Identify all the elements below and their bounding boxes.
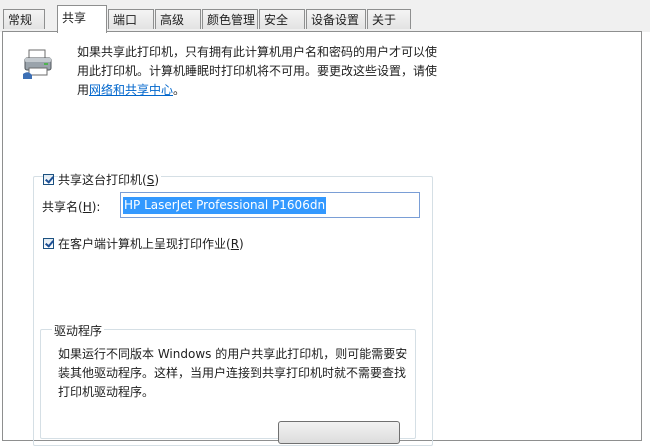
tab-about[interactable]: 关于 (367, 9, 411, 29)
tab-ports[interactable]: 端口 (108, 9, 154, 29)
tab-sharing[interactable]: 共享 (57, 5, 107, 33)
checkmark-icon (45, 238, 54, 248)
share-name-value: HP LaserJet Professional P1606dn (123, 197, 327, 214)
checkmark-icon (45, 174, 54, 184)
drivers-description: 如果运行不同版本 Windows 的用户共享此打印机，则可能需要安装其他驱动程序… (58, 347, 408, 399)
tab-general[interactable]: 常规 (3, 9, 45, 29)
tab-security[interactable]: 安全 (259, 9, 305, 29)
sharing-description: 如果共享此打印机，只有拥有此计算机用户名和密码的用户才可以使用此打印机。计算机睡… (77, 45, 438, 97)
share-printer-checkbox[interactable] (43, 174, 54, 185)
tab-color-management[interactable]: 颜色管理 (202, 9, 258, 29)
tab-device-settings[interactable]: 设备设置 (306, 9, 366, 29)
render-client-checkbox[interactable] (43, 238, 54, 249)
share-name-label: 共享名(H): (42, 200, 101, 214)
share-printer-label[interactable]: 共享这台打印机(S) (58, 171, 161, 188)
tab-advanced[interactable]: 高级 (155, 9, 201, 29)
additional-drivers-button[interactable] (278, 421, 400, 444)
drivers-title: 驱动程序 (52, 322, 105, 339)
printer-icon (23, 49, 52, 79)
network-sharing-center-link[interactable]: 网络和共享中心 (89, 83, 173, 97)
tab-strip: 常规 共享 端口 高级 颜色管理 安全 设备设置 关于 (0, 0, 650, 33)
render-client-label[interactable]: 在客户端计算机上呈现打印作业(R) (58, 235, 244, 252)
share-name-input[interactable]: HP LaserJet Professional P1606dn (120, 192, 420, 218)
